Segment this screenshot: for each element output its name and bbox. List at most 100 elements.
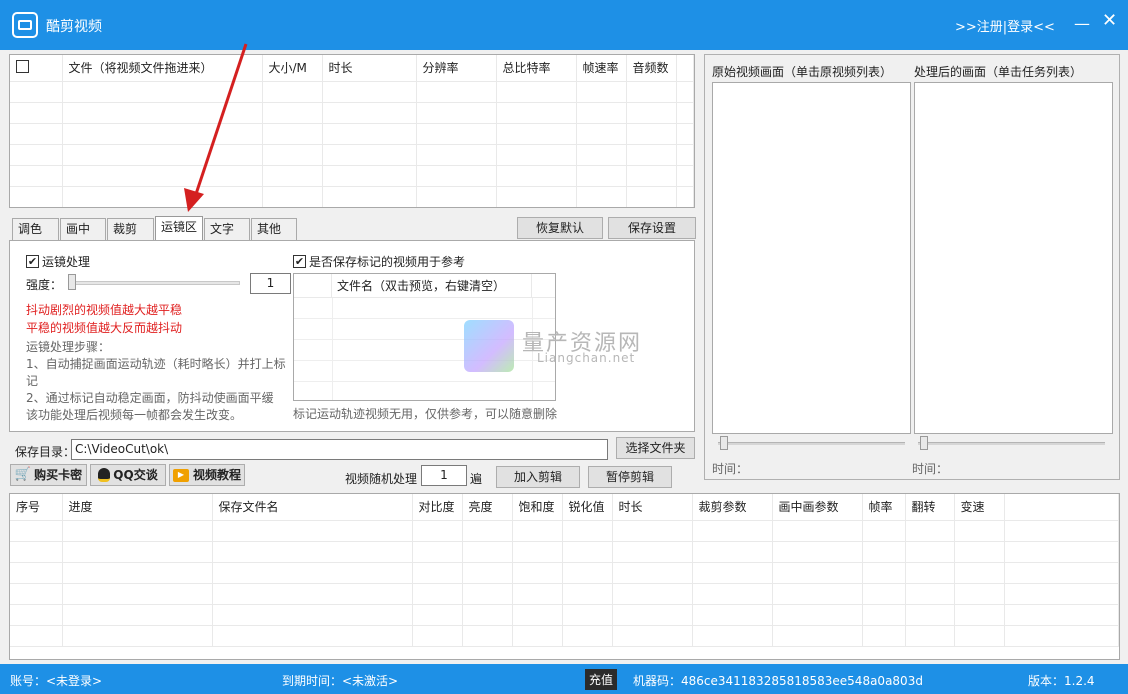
qq-chat-button[interactable]: QQ交谈 [90, 464, 166, 486]
table-row[interactable] [10, 81, 694, 103]
processed-preview-canvas[interactable] [914, 82, 1113, 434]
task-column-header[interactable]: 保存文件名 [212, 494, 413, 521]
table-row[interactable] [10, 165, 694, 187]
task-column-header[interactable]: 画中画参数 [772, 494, 863, 521]
original-seek-slider[interactable] [718, 442, 905, 445]
file-column-header[interactable]: 时长 [322, 55, 417, 82]
random-count-input[interactable]: 1 [421, 465, 467, 486]
watermark-subtitle: Liangchan.net [537, 351, 636, 365]
task-column-header[interactable]: 裁剪参数 [692, 494, 773, 521]
step-2-line-a: 2、通过标记自动稳定画面，防抖动使画面平缓 [26, 391, 274, 405]
original-seek-thumb[interactable] [720, 436, 728, 450]
account-status: 账号：<未登录> [10, 674, 103, 688]
processed-preview-label: 处理后的画面（单击任务列表） [914, 65, 1083, 79]
save-marked-checkbox[interactable]: ✔ [293, 255, 306, 268]
buy-card-button[interactable]: 🛒 购买卡密 [10, 464, 87, 486]
task-column-header[interactable]: 饱和度 [512, 494, 563, 521]
app-logo-icon [12, 12, 38, 38]
task-column-header[interactable]: 变速 [954, 494, 1005, 521]
version-label: 版本：1.2.4 [1028, 674, 1095, 688]
expiry-status: 到期时间：<未激活> [282, 674, 399, 688]
video-tutorial-button[interactable]: ▶ 视频教程 [169, 464, 245, 486]
save-dir-input[interactable]: C:\VideoCut\ok\ [71, 439, 608, 460]
video-tutorial-label: 视频教程 [192, 468, 241, 482]
minimize-icon[interactable]: — [1074, 14, 1090, 33]
task-column-header[interactable]: 锐化值 [562, 494, 613, 521]
tab-5[interactable]: 其他区 [251, 218, 297, 257]
table-row[interactable] [10, 625, 1119, 647]
file-column-header[interactable]: 音频数 [626, 55, 677, 82]
app-title: 酷剪视频 [46, 19, 102, 35]
save-dir-label: 保存目录： [15, 445, 76, 459]
qq-penguin-icon [98, 468, 111, 482]
processed-seek-slider[interactable] [918, 442, 1105, 445]
marked-video-list[interactable]: 文件名（双击预览，右键清空） [293, 273, 556, 401]
processed-seek-thumb[interactable] [920, 436, 928, 450]
tab-4[interactable]: 文字区 [204, 218, 250, 257]
steps-title: 运镜处理步骤： [26, 340, 111, 354]
table-row[interactable] [10, 123, 694, 145]
table-row[interactable] [10, 604, 1119, 626]
tab-0[interactable]: 调色区 [12, 218, 59, 257]
file-column-header[interactable]: 大小/M [262, 55, 323, 82]
status-bar: 账号：<未登录> 到期时间：<未激活> 充值 机器码：486ce34118328… [0, 664, 1128, 694]
source-file-list[interactable]: 文件（将视频文件拖进来） 大小/M 时长 分辨率 总比特率 帧速率 音频数 [9, 54, 695, 208]
file-column-header[interactable]: 分辨率 [416, 55, 497, 82]
table-row[interactable] [10, 541, 1119, 563]
original-preview-canvas[interactable] [712, 82, 911, 434]
task-list[interactable]: 序号 进度 保存文件名 对比度 亮度 饱和度 锐化值 时长 裁剪参数 画中画参数 帧率 翻转 变速 [9, 493, 1120, 660]
cart-icon: 🛒 [14, 467, 32, 482]
strength-slider-thumb[interactable] [68, 274, 76, 290]
task-column-header[interactable]: 对比度 [412, 494, 463, 521]
strength-slider[interactable] [68, 281, 240, 285]
task-column-header[interactable]: 翻转 [905, 494, 955, 521]
processed-time-label: 时间： [912, 462, 949, 476]
task-column-header[interactable]: 序号 [10, 494, 63, 521]
stabilize-checkbox-label: 运镜处理 [42, 255, 91, 269]
arrow-shaft [192, 43, 248, 201]
annotation-arrow [184, 43, 248, 212]
task-column-header[interactable]: 帧率 [862, 494, 906, 521]
table-row[interactable] [10, 520, 1119, 542]
step-1-line-b: 记 [26, 374, 39, 388]
step-2-line-b: 该功能处理后视频每一帧都会发生改变。 [26, 408, 243, 422]
select-all-checkbox[interactable] [16, 59, 29, 73]
random-process-label: 视频随机处理 [345, 472, 418, 486]
pause-edit-button[interactable]: 暂停剪辑 [588, 466, 672, 488]
play-icon: ▶ [172, 468, 189, 482]
watermark-logo [464, 320, 514, 372]
stabilize-checkbox[interactable]: ✔ [26, 255, 39, 268]
recharge-button[interactable]: 充值 [585, 669, 618, 690]
file-column-header[interactable]: 总比特率 [496, 55, 577, 82]
qq-chat-label: QQ交谈 [113, 468, 158, 482]
tab-1[interactable]: 画中画 [60, 218, 106, 257]
step-1-line-a: 1、自动捕捉画面运动轨迹（耗时略长）并打上标 [26, 357, 286, 371]
task-column-header[interactable]: 亮度 [462, 494, 513, 521]
restore-default-button[interactable]: 恢复默认 [517, 217, 603, 239]
strength-label: 强度： [26, 278, 63, 292]
table-row[interactable] [10, 102, 694, 124]
select-all-column[interactable] [10, 55, 63, 82]
task-column-header[interactable]: 时长 [612, 494, 693, 521]
close-icon[interactable]: ✕ [1102, 10, 1117, 31]
strength-input[interactable]: 1 [250, 273, 291, 294]
login-register-link[interactable]: >>注册|登录<< [955, 16, 1055, 35]
original-preview-label: 原始视频画面（单击原视频列表） [712, 65, 893, 79]
table-row[interactable] [10, 562, 1119, 584]
marked-list-header: 文件名（双击预览，右键清空） [332, 274, 532, 297]
choose-folder-button[interactable]: 选择文件夹 [616, 437, 695, 459]
tab-2[interactable]: 裁剪区 [107, 218, 154, 257]
add-edit-button[interactable]: 加入剪辑 [496, 466, 580, 488]
save-settings-button[interactable]: 保存设置 [608, 217, 696, 239]
table-row[interactable] [10, 144, 694, 166]
original-time-label: 时间： [712, 462, 749, 476]
warning-line-1: 抖动剧烈的视频值越大越平稳 [26, 303, 183, 317]
save-marked-label: 是否保存标记的视频用于参考 [309, 255, 466, 269]
random-unit-label: 遍 [470, 472, 483, 486]
task-column-header[interactable]: 进度 [62, 494, 213, 521]
table-row[interactable] [10, 583, 1119, 605]
warning-line-2: 平稳的视频值越大反而越抖动 [26, 321, 183, 335]
file-column-header[interactable]: 帧速率 [576, 55, 627, 82]
table-row[interactable] [10, 186, 694, 207]
buy-card-label: 购买卡密 [34, 468, 83, 482]
